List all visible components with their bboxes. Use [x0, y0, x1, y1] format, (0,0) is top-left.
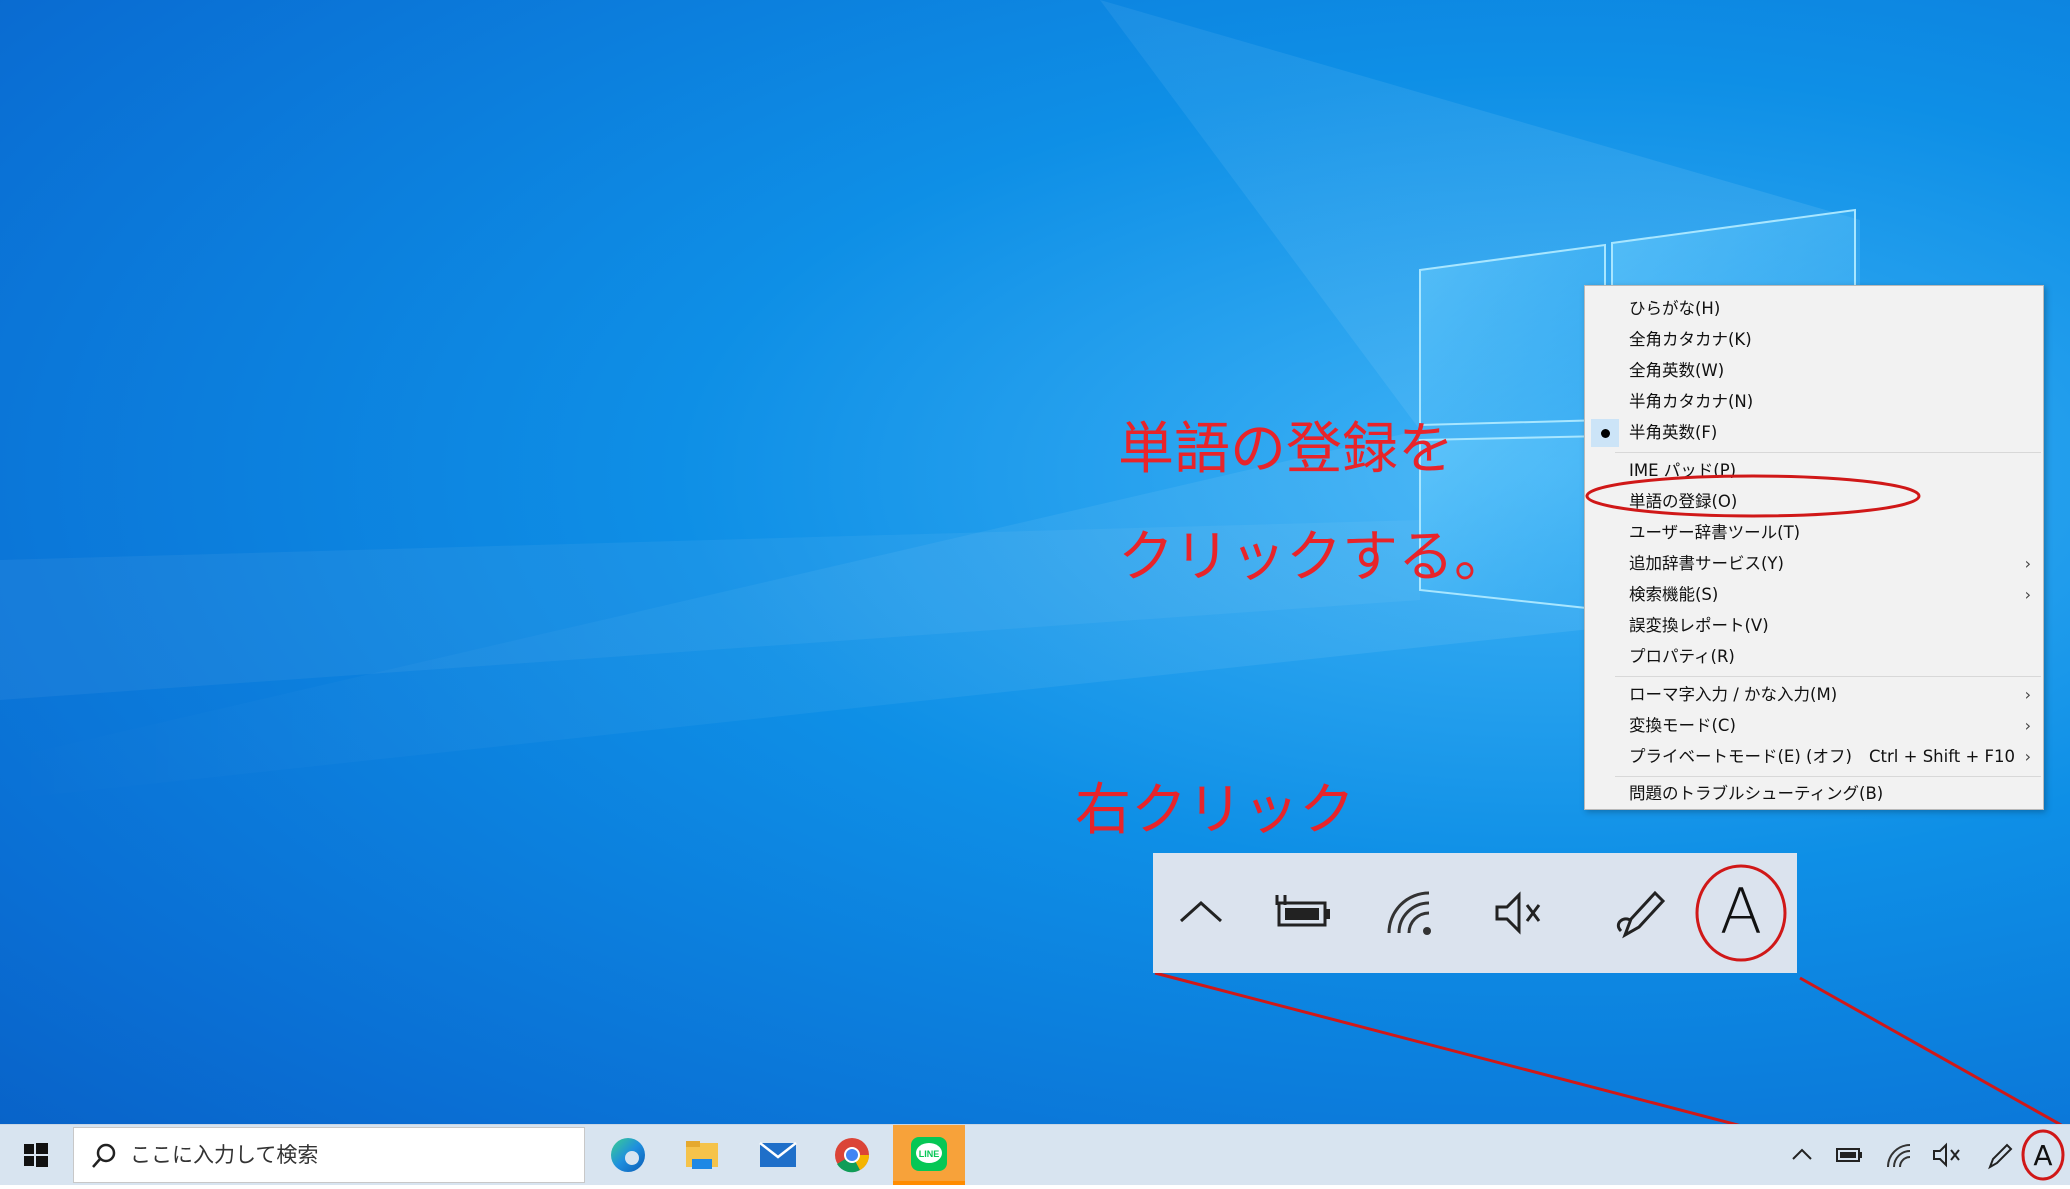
taskbar: ここに入力して検索 LINE A [0, 1124, 2070, 1185]
chevron-right-icon: › [2024, 685, 2031, 704]
chevron-up-icon[interactable] [1780, 1133, 1824, 1177]
pen-icon[interactable] [1603, 875, 1679, 951]
menu-item-romaji-kana[interactable]: ローマ字入力 / かな入力(M) › [1585, 680, 2043, 710]
chevron-right-icon: › [2024, 747, 2031, 766]
battery-charging-icon[interactable] [1827, 1133, 1871, 1177]
menu-item-user-dictionary[interactable]: ユーザー辞書ツール(T) [1585, 518, 2043, 548]
ime-mode-icon[interactable]: A [1693, 863, 1789, 963]
highlight-ellipse [1585, 474, 1921, 518]
menu-item-label: ローマ字入力 / かな入力(M) [1629, 685, 1838, 704]
chevron-right-icon: › [2024, 585, 2031, 604]
menu-item-hankaku-eisu[interactable]: 半角英数(F) [1585, 418, 2043, 448]
windows-start-icon[interactable] [0, 1125, 72, 1185]
menu-item-label: 問題のトラブルシューティング(B) [1629, 784, 1884, 803]
menu-item-add-dictionary[interactable]: 追加辞書サービス(Y) › [1585, 549, 2043, 579]
menu-item-hiragana[interactable]: ひらがな(H) [1585, 294, 2043, 324]
zoomed-system-tray: A [1153, 853, 1797, 973]
speaker-muted-icon[interactable] [1924, 1133, 1968, 1177]
menu-separator [1615, 776, 2041, 777]
chevron-up-icon[interactable] [1163, 875, 1239, 951]
wifi-icon[interactable] [1371, 875, 1447, 951]
menu-item-label: 半角英数(F) [1629, 423, 1718, 442]
active-indicator [893, 1181, 965, 1185]
menu-item-label: 半角カタカナ(N) [1629, 392, 1754, 411]
edge-icon[interactable] [592, 1125, 664, 1185]
menu-item-private-mode[interactable]: プライベートモード(E) (オフ) Ctrl + Shift + F10 › [1585, 742, 2043, 772]
annotation-right-click: 右クリック [1075, 778, 1355, 843]
chevron-right-icon: › [2024, 554, 2031, 573]
ime-mode-letter: A [1719, 875, 1763, 948]
menu-item-label: ひらがな(H) [1629, 299, 1721, 318]
search-placeholder: ここに入力して検索 [130, 1143, 319, 1167]
menu-item-shortcut: Ctrl + Shift + F10 [1869, 747, 2015, 766]
menu-item-report[interactable]: 誤変換レポート(V) [1585, 611, 2043, 641]
menu-item-zenkaku-eisu[interactable]: 全角英数(W) [1585, 356, 2043, 386]
ime-mode-letter: A [2033, 1139, 2053, 1172]
menu-item-hankaku-katakana[interactable]: 半角カタカナ(N) [1585, 387, 2043, 417]
menu-item-label: 検索機能(S) [1629, 585, 1719, 604]
annotation-click: クリックする。 [1118, 525, 1510, 590]
menu-item-label: 追加辞書サービス(Y) [1629, 554, 1784, 573]
menu-item-label: 全角英数(W) [1629, 361, 1725, 380]
menu-separator [1615, 676, 2041, 677]
wifi-icon[interactable] [1876, 1133, 1920, 1177]
mail-icon[interactable] [742, 1125, 814, 1185]
file-explorer-icon[interactable] [666, 1125, 738, 1185]
chrome-icon[interactable] [816, 1125, 888, 1185]
battery-charging-icon[interactable] [1263, 875, 1339, 951]
ime-context-menu: ひらがな(H) 全角カタカナ(K) 全角英数(W) 半角カタカナ(N) 半角英数… [1584, 285, 2044, 810]
menu-separator [1615, 452, 2041, 453]
menu-item-label: ユーザー辞書ツール(T) [1629, 523, 1801, 542]
menu-item-label: 変換モード(C) [1629, 716, 1736, 735]
menu-item-zenkaku-katakana[interactable]: 全角カタカナ(K) [1585, 325, 2043, 355]
menu-item-properties[interactable]: プロパティ(R) [1585, 642, 2043, 672]
menu-item-conversion-mode[interactable]: 変換モード(C) › [1585, 711, 2043, 741]
speaker-muted-icon[interactable] [1479, 875, 1555, 951]
menu-item-label: 全角カタカナ(K) [1629, 330, 1752, 349]
menu-item-label: プライベートモード(E) (オフ) [1629, 747, 1852, 766]
menu-item-label: 誤変換レポート(V) [1629, 616, 1769, 635]
taskbar-search-box[interactable]: ここに入力して検索 [73, 1127, 585, 1183]
menu-item-search[interactable]: 検索機能(S) › [1585, 580, 2043, 610]
menu-item-label: プロパティ(R) [1629, 647, 1735, 666]
menu-item-troubleshooting[interactable]: 問題のトラブルシューティング(B) [1585, 779, 2043, 809]
line-app-button[interactable]: LINE [893, 1125, 965, 1185]
annotation-word-register: 単語の登録を [1118, 417, 1454, 482]
search-icon [92, 1143, 116, 1168]
pen-icon[interactable] [1978, 1133, 2022, 1177]
selected-bullet-icon [1591, 419, 1619, 447]
svg-text:LINE: LINE [919, 1149, 940, 1159]
chevron-right-icon: › [2024, 716, 2031, 735]
ime-mode-icon[interactable]: A [2020, 1129, 2066, 1181]
line-icon: LINE [911, 1137, 947, 1171]
